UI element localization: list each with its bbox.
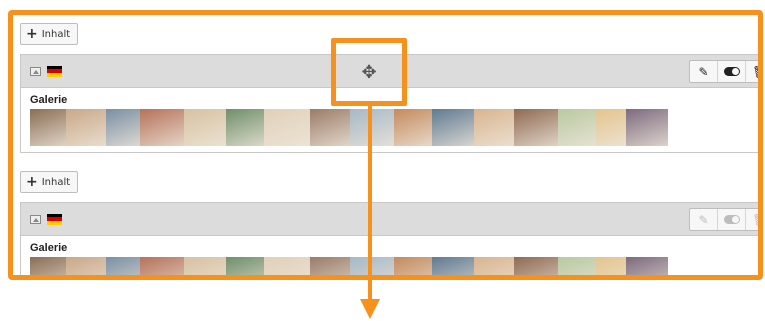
plus-icon: +: [26, 26, 38, 42]
gallery-thumbnail: [226, 257, 264, 275]
gallery-thumbnail: [514, 257, 558, 275]
gallery-thumbnail: [226, 109, 264, 146]
gallery-thumbnail: [350, 257, 394, 275]
image-content-icon: [30, 214, 41, 224]
gallery-thumbnail: [264, 109, 310, 146]
gallery-thumbnail: [626, 109, 668, 146]
gallery-thumbnail: [106, 109, 140, 146]
gallery-strip: [30, 109, 758, 146]
gallery-thumbnail: [474, 257, 514, 275]
content-element-2[interactable]: ✎ 🗑 Galerie: [20, 202, 758, 275]
gallery-thumbnail: [184, 109, 226, 146]
gallery-thumbnail: [474, 109, 514, 146]
gallery-thumbnail: [514, 109, 558, 146]
gallery-thumbnail: [140, 257, 184, 275]
trash-icon[interactable]: 🗑: [746, 209, 758, 230]
gallery-thumbnail: [30, 109, 66, 146]
add-content-label: Inhalt: [41, 176, 71, 188]
gallery-thumbnail: [106, 257, 140, 275]
drag-arrow-line: [368, 106, 372, 301]
move-drag-icon[interactable]: ✥: [361, 62, 376, 83]
plus-icon: +: [26, 174, 38, 190]
gallery-thumbnail: [66, 109, 106, 146]
move-handle-highlight: ✥: [331, 38, 407, 106]
gallery-thumbnail: [626, 257, 668, 275]
gallery-thumbnail: [596, 109, 626, 146]
add-content-button[interactable]: + Inhalt: [20, 171, 79, 193]
gallery-strip: [30, 257, 758, 275]
gallery-thumbnail: [394, 257, 432, 275]
gallery-thumbnail: [310, 257, 350, 275]
gallery-thumbnail: [310, 109, 350, 146]
german-flag-icon: [47, 213, 62, 225]
add-content-button[interactable]: + Inhalt: [20, 23, 79, 45]
gallery-thumbnail: [394, 109, 432, 146]
gallery-thumbnail: [350, 109, 394, 146]
element-actions: ✎ 🗑: [689, 60, 758, 83]
pencil-icon[interactable]: ✎: [690, 61, 718, 82]
gallery-thumbnail: [558, 257, 596, 275]
pencil-icon[interactable]: ✎: [690, 209, 718, 230]
image-content-icon: [30, 66, 41, 76]
gallery-thumbnail: [30, 257, 66, 275]
toggle-visibility-icon[interactable]: [718, 209, 746, 230]
gallery-thumbnail: [184, 257, 226, 275]
gallery-thumbnail: [140, 109, 184, 146]
gallery-thumbnail: [66, 257, 106, 275]
gallery-thumbnail: [264, 257, 310, 275]
trash-icon[interactable]: 🗑: [746, 61, 758, 82]
element-actions: ✎ 🗑: [689, 208, 758, 231]
gallery-thumbnail: [432, 257, 474, 275]
add-content-label: Inhalt: [41, 28, 71, 40]
toggle-visibility-icon[interactable]: [718, 61, 746, 82]
gallery-thumbnail: [432, 109, 474, 146]
drag-arrow-head: [360, 299, 380, 319]
gallery-thumbnail: [558, 109, 596, 146]
element-title: Galerie: [30, 242, 68, 254]
german-flag-icon: [47, 65, 62, 77]
gallery-thumbnail: [596, 257, 626, 275]
element-header[interactable]: ✎ 🗑: [21, 203, 758, 236]
